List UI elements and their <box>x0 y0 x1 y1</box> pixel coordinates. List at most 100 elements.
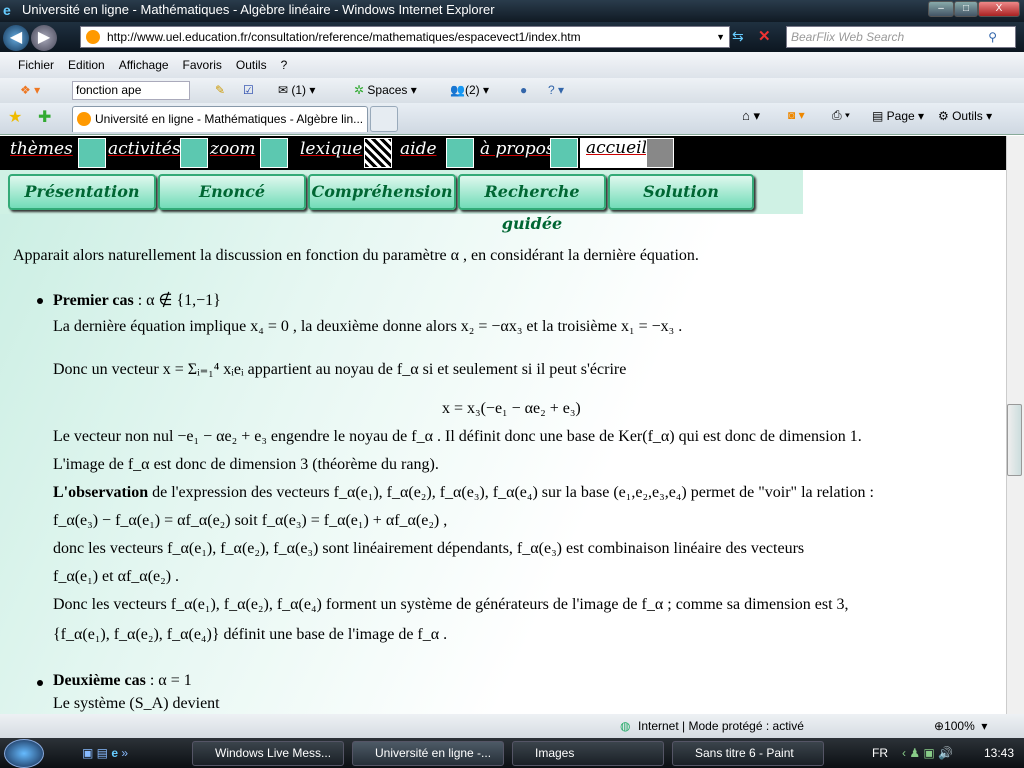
line: {f_α(e₁), f_α(e₂), f_α(e₄)} définit une … <box>53 626 448 643</box>
menu-favoris[interactable]: Favoris <box>183 58 222 72</box>
search-input[interactable]: BearFlix Web Search ⚲ <box>786 26 1016 48</box>
tools-label: Outils <box>952 109 983 123</box>
search-icon[interactable]: ⚲ <box>988 27 997 47</box>
nav-aide[interactable]: aide <box>400 139 437 159</box>
windows-live-toolbar: ❖ ▾ fonction ape ✎ ☑ ✉ (1) ▾ ✲ Spaces ▾ … <box>0 78 1024 103</box>
menu-outils[interactable]: Outils <box>236 58 267 72</box>
menu-affichage[interactable]: Affichage <box>119 58 169 72</box>
zoom-control[interactable]: ⊕100% ▾ <box>934 714 987 738</box>
spaces-button[interactable]: ✲ Spaces ▾ <box>354 78 417 103</box>
themes-icon[interactable] <box>78 138 106 168</box>
edit-icon[interactable]: ☑ <box>243 78 254 103</box>
info-icon[interactable]: ● <box>520 78 527 103</box>
nav-a-propos[interactable]: à propos <box>480 139 555 159</box>
section-enonce[interactable]: Enoncé <box>158 174 306 210</box>
highlight-icon[interactable]: ✎ <box>215 78 225 103</box>
language-indicator[interactable]: FR <box>872 738 888 768</box>
page-label: Page <box>886 109 915 123</box>
tab-label: Université en ligne - Mathématiques - Al… <box>95 112 364 126</box>
tab-site-icon <box>77 112 91 126</box>
print-icon[interactable]: ⎙ ▾ <box>832 108 850 123</box>
globe-icon: ◍ <box>620 719 631 733</box>
menu-edition[interactable]: Edition <box>68 58 105 72</box>
url-text: http://www.uel.education.fr/consultation… <box>107 30 581 44</box>
tools-menu[interactable]: ⚙ Outils ▾ <box>938 109 992 123</box>
line: Le vecteur non nul −e₁ − αe₂ + e₃ engend… <box>53 428 862 445</box>
spaces-label: Spaces <box>367 83 408 97</box>
mail-button[interactable]: ✉ (1) ▾ <box>278 78 315 103</box>
observation-label: L'observation <box>53 484 149 501</box>
case1-condition: : α ∉ {1,−1} <box>137 292 221 309</box>
nav-lexique[interactable]: lexique <box>300 139 362 159</box>
case2-condition: : α = 1 <box>149 672 192 689</box>
page-menu[interactable]: ▤ Page ▾ <box>872 109 924 123</box>
nav-zoom[interactable]: zoom <box>210 139 256 159</box>
task-ie[interactable]: Université en ligne -... <box>352 741 504 766</box>
feeds-icon[interactable]: ◙ ▾ <box>788 108 805 122</box>
refresh-icon[interactable]: ⇆ <box>732 28 744 45</box>
stop-icon[interactable]: ✕ <box>758 27 771 45</box>
formula: x = x₃(−e₁ − αe₂ + e₃) <box>442 400 581 417</box>
zoom-icon[interactable] <box>260 138 288 168</box>
menu-help[interactable]: ? <box>281 58 288 72</box>
page-content: thèmes activités zoom lexique aide à pro… <box>0 136 1006 714</box>
maximize-button[interactable]: □ <box>954 1 978 17</box>
menu-bar: Fichier Edition Affichage Favoris Outils? <box>0 52 1024 78</box>
section-comprehension[interactable]: Compréhension <box>308 174 456 210</box>
search-placeholder: BearFlix Web Search <box>791 30 905 44</box>
contacts-count: (2) <box>464 83 480 97</box>
clock[interactable]: 13:43 <box>984 738 1014 768</box>
nav-accueil[interactable]: accueil <box>580 138 647 168</box>
address-bar[interactable]: http://www.uel.education.fr/consultation… <box>80 26 730 48</box>
taskbar: ▣ ▤ e » Windows Live Mess... Université … <box>0 738 1024 768</box>
minimize-button[interactable]: – <box>928 1 954 17</box>
title-bar: e Université en ligne - Mathématiques - A… <box>0 0 1024 22</box>
line: La dernière équation implique x₄ = 0 , l… <box>53 318 683 335</box>
toolbar-search-value: fonction ape <box>76 83 142 97</box>
quicklaunch-icons[interactable]: ▣ ▤ e » <box>82 738 128 768</box>
case1-heading: Premier cas : α ∉ {1,−1} <box>53 290 221 310</box>
ie-icon: e <box>3 2 11 18</box>
contacts-button[interactable]: 👥(2) ▾ <box>450 78 489 103</box>
nav-themes[interactable]: thèmes <box>10 139 73 159</box>
section-presentation[interactable]: Présentation <box>8 174 156 210</box>
line: Donc un vecteur x = Σᵢ₌₁⁴ xᵢeᵢ appartien… <box>53 361 627 378</box>
new-tab-button[interactable] <box>370 106 398 132</box>
start-button[interactable] <box>4 739 44 768</box>
case2-title: Deuxième cas <box>53 672 146 689</box>
toolbar-search-input[interactable]: fonction ape <box>72 81 190 100</box>
tray-icons[interactable]: ‹ ♟ ▣ 🔊 <box>902 738 953 768</box>
add-favorite-icon[interactable]: ✚ <box>38 107 51 127</box>
menu-fichier[interactable]: Fichier <box>18 58 54 72</box>
aide-icon[interactable] <box>446 138 474 168</box>
nav-activites[interactable]: activités <box>108 139 181 159</box>
task-images[interactable]: Images <box>512 741 664 766</box>
back-button[interactable]: ◀ <box>3 25 29 51</box>
help-icon[interactable]: ? ▾ <box>548 78 564 103</box>
home-icon[interactable]: ⌂ ▾ <box>742 108 760 124</box>
security-zone[interactable]: Internet | Mode protégé : activé <box>638 714 804 738</box>
status-bar: ◍ Internet | Mode protégé : activé ⊕100%… <box>0 714 1024 738</box>
close-button[interactable]: X <box>978 1 1020 17</box>
line: f_α(e₁) et αf_α(e₂) . <box>53 568 180 585</box>
case1-title: Premier cas <box>53 292 134 309</box>
bullet <box>37 298 43 304</box>
section-recherche-guidee[interactable]: Recherche guidée <box>458 174 606 233</box>
scrollbar-thumb[interactable] <box>1007 404 1022 476</box>
activites-icon[interactable] <box>180 138 208 168</box>
lexique-icon[interactable] <box>364 138 392 168</box>
formula: f_α(e₃) − f_α(e₁) = αf_α(e₂) soit f_α(e₃… <box>53 512 448 529</box>
tab-active[interactable]: Université en ligne - Mathématiques - Al… <box>72 106 368 132</box>
intro-text: Apparait alors naturellement la discussi… <box>13 247 699 264</box>
line: donc les vecteurs f_α(e₁), f_α(e₂), f_α(… <box>53 540 805 557</box>
windows-logo-icon[interactable]: ❖ ▾ <box>20 78 40 103</box>
section-solution[interactable]: Solution <box>608 174 754 210</box>
zoom-level: 100% <box>944 719 975 733</box>
favorites-star-icon[interactable]: ★ <box>8 107 22 127</box>
task-paint[interactable]: Sans titre 6 - Paint <box>672 741 824 766</box>
task-messenger[interactable]: Windows Live Mess... <box>192 741 344 766</box>
a-propos-icon[interactable] <box>550 138 578 168</box>
forward-button[interactable]: ▶ <box>31 25 57 51</box>
accueil-icon[interactable] <box>646 138 674 168</box>
dropdown-icon[interactable]: ▼ <box>716 27 725 47</box>
